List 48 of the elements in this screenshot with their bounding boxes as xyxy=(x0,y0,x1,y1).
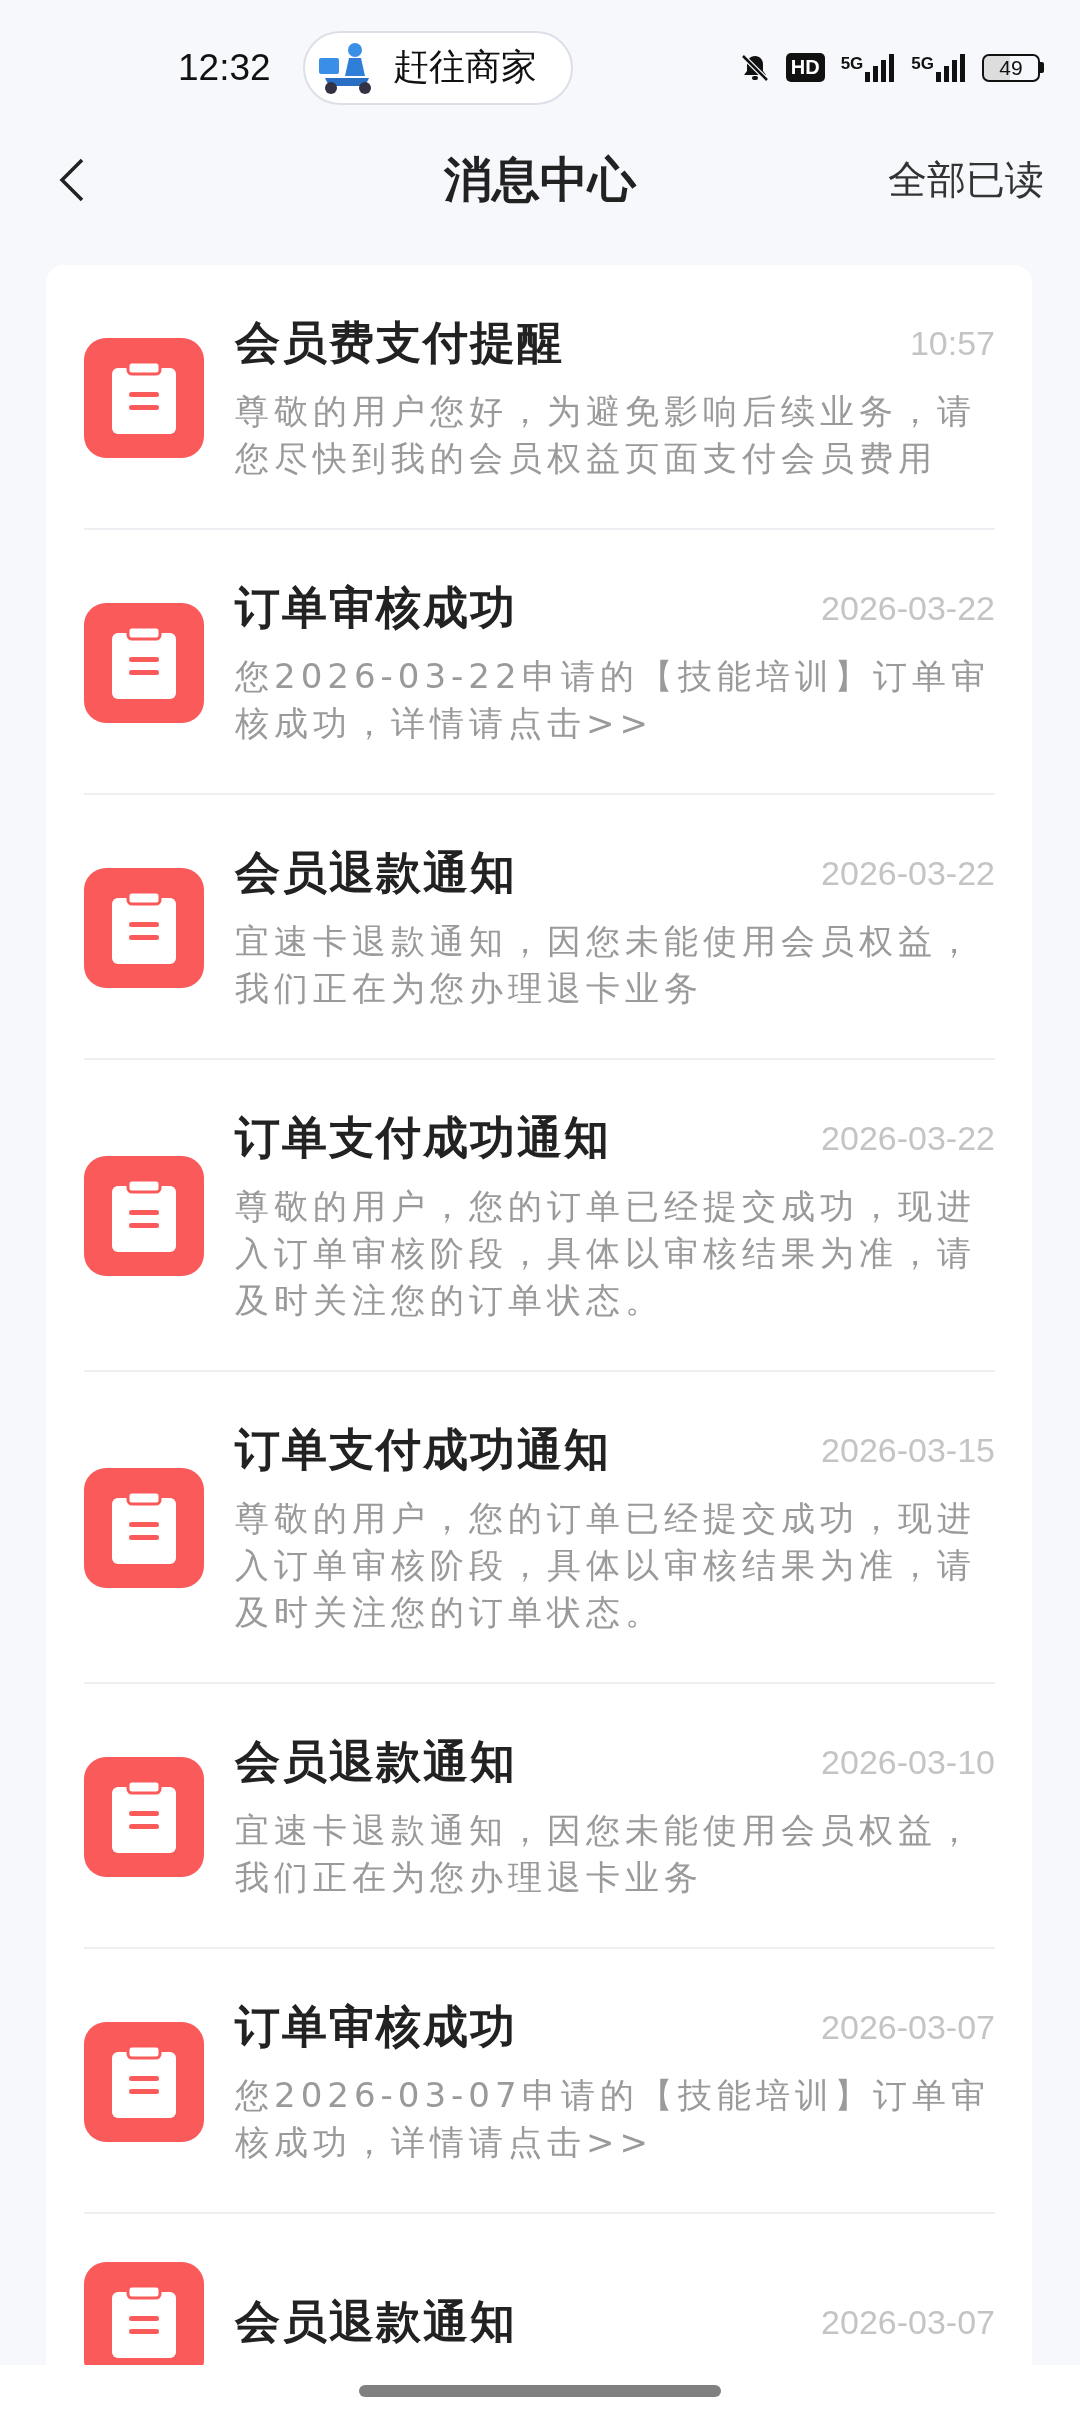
message-text: 尊敬的用户，您的订单已经提交成功，现进入订单审核阶段，具体以审核结果为准，请及时关注您的订单状态。 xyxy=(235,1185,977,1322)
message-text: 您2026-03-22申请的【技能培训】订单审核成功，详情请点击>> xyxy=(235,655,991,745)
clipboard-icon xyxy=(84,867,204,988)
message-time: 2026-03-10 xyxy=(821,1742,995,1782)
clipboard-icon xyxy=(84,2021,204,2142)
network-label: 5G xyxy=(840,53,864,74)
message-time: 2026-03-22 xyxy=(821,588,995,628)
message-text: 尊敬的用户您好，为避免影响后续业务，请您尽快到我的会员权益页面支付会员费用 xyxy=(235,390,977,480)
message-title: 会员退款通知 xyxy=(235,1734,517,1790)
message-time: 2026-03-07 xyxy=(821,2007,995,2047)
message-item[interactable]: 订单支付成功通知 2026-03-15 尊敬的用户，您的订单已经提交成功，现进入订单审核阶段，具体以审核结果为准，请及时关注您的订单状态。 xyxy=(84,1372,995,1684)
message-time: 2026-03-22 xyxy=(821,1118,995,1158)
message-text: 尊敬的用户，您的订单已经提交成功，现进入订单审核阶段，具体以审核结果为准，请及时关注您的订单状态。 xyxy=(235,1497,977,1634)
clipboard-icon xyxy=(84,1156,204,1276)
mark-all-read-button[interactable]: 全部已读 xyxy=(888,153,1044,207)
activity-pill[interactable]: 赶往商家 xyxy=(302,30,573,105)
message-title: 订单支付成功通知 xyxy=(235,1110,611,1166)
message-title: 订单审核成功 xyxy=(235,1999,517,2055)
message-item[interactable]: 订单审核成功 2026-03-07 您2026-03-07申请的【技能培训】订单审核成功，详情请点击>> xyxy=(84,1949,995,2214)
message-text: 宜速卡退款通知，因您未能使用会员权益，我们正在为您办理退卡业务 xyxy=(235,1809,977,1899)
activity-label: 赶往商家 xyxy=(392,45,537,89)
page-title: 消息中心 xyxy=(444,151,636,207)
clipboard-icon xyxy=(84,1468,204,1588)
message-item[interactable]: 订单审核成功 2026-03-22 您2026-03-22申请的【技能培训】订单审核成功，详情请点击>> xyxy=(84,530,995,795)
network-label: 5G xyxy=(911,53,934,74)
message-item[interactable]: 订单支付成功通知 2026-03-22 尊敬的用户，您的订单已经提交成功，现进入订单审核阶段，具体以审核结果为准，请及时关注您的订单状态。 xyxy=(84,1060,995,1372)
message-title: 订单支付成功通知 xyxy=(235,1422,611,1478)
message-item[interactable]: 会员退款通知 2026-03-22 宜速卡退款通知，因您未能使用会员权益，我们正在为您办理退卡业务 xyxy=(84,795,995,1060)
message-title: 会员退款通知 xyxy=(235,2294,517,2350)
clipboard-icon xyxy=(84,602,204,723)
message-time: 2026-03-22 xyxy=(821,853,995,893)
message-title: 订单审核成功 xyxy=(235,580,517,636)
message-title: 会员费支付提醒 xyxy=(235,315,564,371)
signal-icon xyxy=(865,53,896,82)
message-time: 2026-03-07 xyxy=(821,2302,995,2342)
message-item[interactable]: 会员退款通知 2026-03-10 宜速卡退款通知，因您未能使用会员权益，我们正在为您办理退卡业务 xyxy=(84,1684,995,1949)
message-title: 会员退款通知 xyxy=(235,845,517,901)
home-indicator[interactable] xyxy=(359,2384,721,2397)
message-time: 2026-03-15 xyxy=(821,1430,995,1470)
hd-badge: HD xyxy=(785,53,825,82)
message-text: 您2026-03-07申请的【技能培训】订单审核成功，详情请点击>> xyxy=(235,2074,991,2164)
message-item[interactable]: 会员费支付提醒 10:57 尊敬的用户您好，为避免影响后续业务，请您尽快到我的会员权益页面支付会员费用 xyxy=(84,265,995,530)
signal-icon xyxy=(936,53,966,82)
message-time: 10:57 xyxy=(909,323,995,363)
clipboard-icon xyxy=(84,1756,204,1877)
clipboard-icon xyxy=(84,337,204,458)
status-time: 12:32 xyxy=(178,46,271,89)
message-text: 宜速卡退款通知，因您未能使用会员权益，我们正在为您办理退卡业务 xyxy=(235,920,977,1010)
